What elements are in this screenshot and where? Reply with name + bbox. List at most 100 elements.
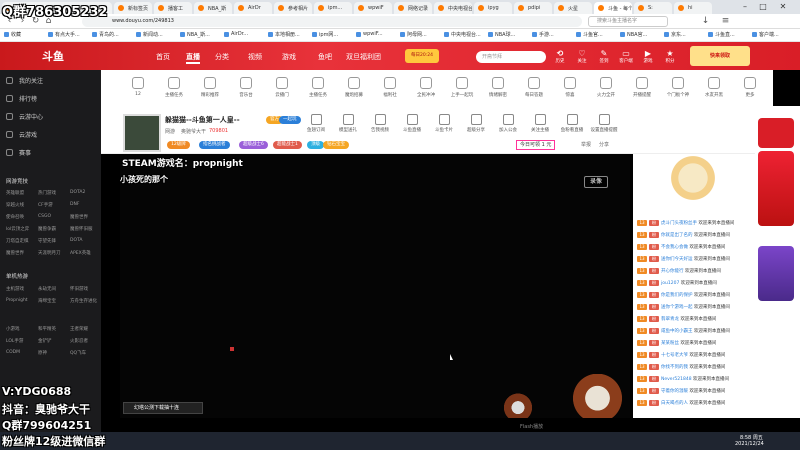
ad-banner-1[interactable] xyxy=(758,118,794,148)
chat-username[interactable]: 你就是出了名的 xyxy=(661,233,693,238)
category-item[interactable]: 音乐台 xyxy=(227,77,265,98)
video-player[interactable]: STEAM游戏名：propnight 小孩死的那个 录像 xyxy=(120,154,630,418)
chat-username[interactable]: 不会我心会做 xyxy=(661,245,688,250)
room-action[interactable]: 超级分享 xyxy=(461,114,491,133)
browser-tab[interactable]: 网络记录 xyxy=(394,2,432,14)
browser-tab[interactable]: ipyg xyxy=(474,2,512,14)
nav-4[interactable]: 游戏 xyxy=(282,52,296,62)
browser-tab[interactable]: 火星 xyxy=(554,2,592,14)
category-label[interactable]: 网游 xyxy=(165,128,175,135)
bookmark-item[interactable]: NBA官... xyxy=(620,31,647,38)
ad-banner-3[interactable] xyxy=(758,246,794,301)
bookmark-item[interactable]: 中央电视台... xyxy=(444,31,481,38)
sidebar-mobile-link[interactable]: 海绵宝宝 xyxy=(38,298,56,304)
sidebar-mobile-link[interactable]: 原神 xyxy=(38,350,47,356)
room-tag[interactable]: 顶级 xyxy=(307,141,324,149)
bookmark-item[interactable]: 青鸟的... xyxy=(92,31,119,38)
download-icon[interactable]: ↓ xyxy=(700,16,711,27)
chat-username[interactable]: Never521848 xyxy=(661,377,692,382)
bookmark-item[interactable]: 京东... xyxy=(664,31,686,38)
browser-tab[interactable]: 参考相片 xyxy=(274,2,312,14)
bookmark-item[interactable]: AirDr... xyxy=(224,31,248,37)
minimize-button[interactable]: – xyxy=(738,2,752,12)
chat-username[interactable]: 送你个游戏一起 xyxy=(661,305,693,310)
nav-2[interactable]: 分类 xyxy=(215,52,229,62)
douyu-search-input[interactable]: 开斋节拜 xyxy=(476,51,546,63)
bookmark-item[interactable]: NBA_斯... xyxy=(180,31,210,38)
room-tag[interactable]: 钻石宝宝 xyxy=(323,141,349,149)
category-item[interactable]: 情绪解密 xyxy=(479,77,517,98)
sidebar-game-link[interactable]: 魔兽争霸 xyxy=(38,226,56,232)
nav-6[interactable]: 双旦福利团 xyxy=(346,52,381,62)
bookmark-item[interactable]: NBA球... xyxy=(488,31,515,38)
room-action[interactable]: 鱼翅订阅 xyxy=(301,114,331,133)
sidebar-game-link[interactable]: 守望先锋 xyxy=(38,238,56,244)
bookmark-item[interactable]: 手游... xyxy=(532,31,554,38)
room-action[interactable]: 告我视频 xyxy=(365,114,395,133)
browser-tab[interactable]: pdipi xyxy=(514,2,552,14)
room-action[interactable]: 斗鱼卡片 xyxy=(429,114,459,133)
game-ad-banner[interactable]: 幻塔公测下载抽十连 xyxy=(123,402,203,414)
header-icon-2[interactable]: ✎ 签到 xyxy=(596,49,612,64)
browser-tab[interactable]: 播客工 xyxy=(154,2,192,14)
category-item[interactable]: 个门板个神 xyxy=(659,77,697,98)
sidebar-game-link[interactable]: lol云顶之弈 xyxy=(6,226,29,232)
douyu-logo[interactable]: 斗鱼 xyxy=(42,48,132,66)
room-tag[interactable]: 超级战士6 xyxy=(239,141,268,149)
browser-tab[interactable]: 中央电视台 xyxy=(434,2,472,14)
sidebar-mobile-link[interactable]: LOL手游 xyxy=(6,338,23,344)
share-link[interactable]: 分享 xyxy=(599,141,609,148)
header-icon-3[interactable]: ▭ 客户端 xyxy=(618,49,634,64)
category-item[interactable]: 上手一起玩 xyxy=(443,77,481,98)
sidebar-item[interactable]: 云游中心 xyxy=(6,112,43,121)
sidebar-item[interactable]: 赛事 xyxy=(6,148,31,157)
chat-username[interactable]: 十七号老大爷 xyxy=(661,353,688,358)
maximize-button[interactable]: □ xyxy=(756,2,770,12)
browser-tab[interactable]: NBA_斯 xyxy=(194,2,232,14)
sidebar-item[interactable]: 我的关注 xyxy=(6,76,43,85)
category-item[interactable]: 每日答题 xyxy=(515,77,553,98)
chat-username[interactable]: 开心你能行 xyxy=(661,269,684,274)
browser-tab[interactable]: 新标签页 xyxy=(114,2,152,14)
room-action[interactable]: 模型送礼 xyxy=(333,114,363,133)
menu-icon[interactable]: ≡ xyxy=(720,16,731,27)
room-tag[interactable]: 指名挑战者 xyxy=(199,141,230,149)
room-action[interactable]: 关注主播 xyxy=(525,114,555,133)
header-icon-5[interactable]: ★ 积分 xyxy=(662,49,678,64)
sidebar-mobile-link[interactable]: QQ飞车 xyxy=(70,350,86,356)
report-link[interactable]: 举报 xyxy=(581,141,591,148)
bookmark-item[interactable]: 本地相册... xyxy=(268,31,300,38)
sidebar-game-link[interactable]: DOTA xyxy=(70,238,83,243)
sidebar-game-link[interactable]: 魔兽世界 xyxy=(6,250,24,256)
chat-username[interactable]: 翡翠青龙 xyxy=(661,317,679,322)
category-item[interactable]: 惊喜 xyxy=(551,77,589,98)
sidebar-game-link[interactable]: DNF xyxy=(70,202,79,207)
header-ad[interactable]: 快来领取 xyxy=(690,46,750,66)
category-item[interactable]: 主播任务 xyxy=(155,77,193,98)
sidebar-game-link[interactable]: 英雄联盟 xyxy=(6,190,24,196)
category-item[interactable]: 更多 xyxy=(731,77,769,98)
sidebar-mobile-link[interactable]: 火影忍者 xyxy=(70,338,88,344)
bookmark-item[interactable]: 客户端... xyxy=(752,31,779,38)
category-item[interactable]: 火力全开 xyxy=(587,77,625,98)
bookmark-item[interactable]: wpwiF... xyxy=(356,31,383,37)
category-item[interactable]: 12 xyxy=(119,77,157,97)
sidebar-game-link[interactable]: 天涯明月刀 xyxy=(38,250,61,256)
category-item[interactable]: 水友开黑 xyxy=(695,77,733,98)
bookmark-item[interactable]: 收藏 xyxy=(4,31,21,38)
chat-username[interactable]: 你找不到的我 xyxy=(661,365,688,370)
header-icon-0[interactable]: ⟲ 历史 xyxy=(552,49,568,64)
room-tag[interactable]: 12级牌 xyxy=(167,141,190,149)
sidebar-game-link[interactable]: 魔兽怀旧服 xyxy=(70,226,93,232)
sidebar-game-link[interactable]: 魔兽世界 xyxy=(70,214,88,220)
browser-tab[interactable]: wpwiF xyxy=(354,2,392,14)
chat-username[interactable]: 虎斗门头夜粉丝手 xyxy=(661,221,697,226)
sidebar-item[interactable]: 排行榜 xyxy=(6,94,37,103)
nav-1[interactable]: 直播 xyxy=(186,52,200,64)
sidebar-game-link[interactable]: DOTA2 xyxy=(70,190,85,195)
category-item[interactable]: 全民冲冲 xyxy=(407,77,445,98)
category-item[interactable]: 开播提醒 xyxy=(623,77,661,98)
sidebar-game-link[interactable]: CSGO xyxy=(38,214,51,219)
sidebar-mobile-link[interactable]: Propnight xyxy=(6,298,28,303)
sidebar-item[interactable]: 云游戏 xyxy=(6,130,37,139)
